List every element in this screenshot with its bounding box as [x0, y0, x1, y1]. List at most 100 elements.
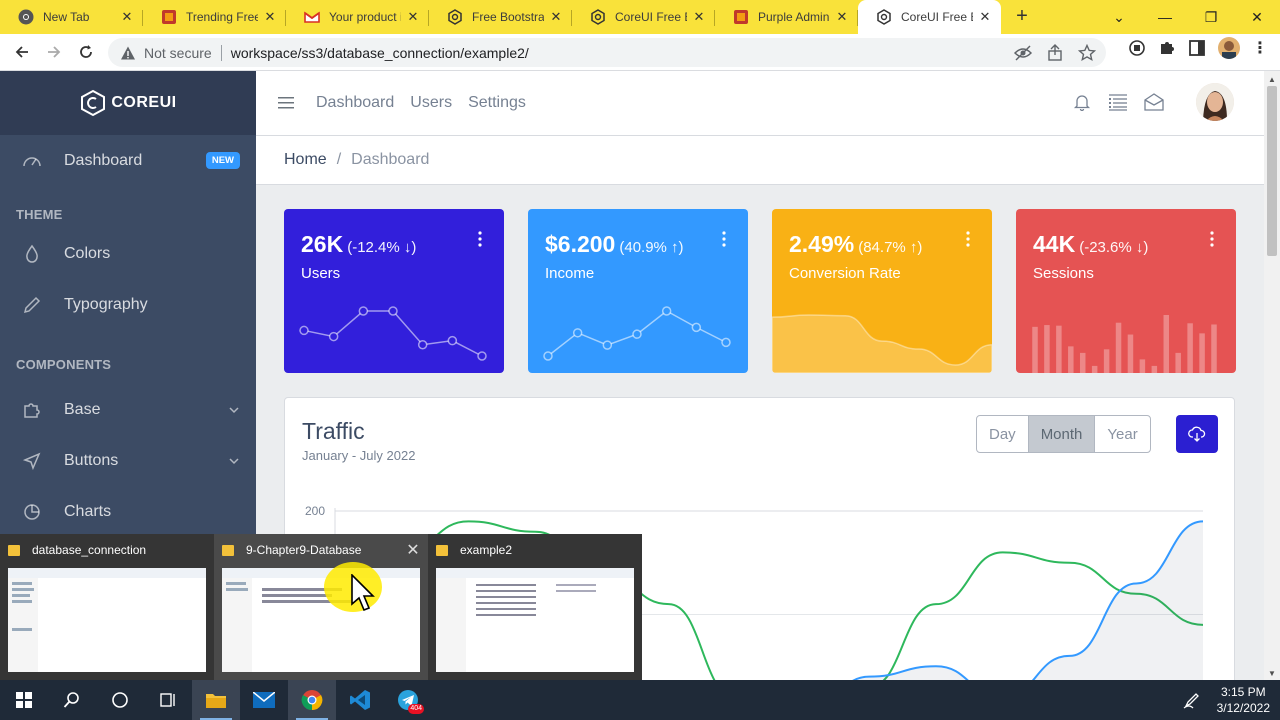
preview-window[interactable]: 9-Chapter9-Database ✕ — [214, 534, 428, 680]
more-vertical-icon[interactable] — [722, 231, 726, 247]
close-icon[interactable]: ✕ — [979, 10, 991, 23]
vscode-button[interactable] — [336, 680, 384, 720]
brand-logo[interactable]: COREUI — [0, 71, 256, 135]
breadcrumb-home[interactable]: Home — [284, 151, 327, 169]
task-view-button[interactable] — [144, 680, 192, 720]
page-scrollbar[interactable]: ▲ ▼ — [1264, 71, 1280, 680]
share-icon[interactable] — [1046, 44, 1064, 62]
close-icon[interactable]: ✕ — [693, 10, 705, 23]
preview-title: 9-Chapter9-Database — [246, 543, 362, 557]
cursor-icon — [22, 452, 41, 470]
forward-button[interactable] — [38, 36, 70, 68]
coreui-icon — [591, 9, 605, 25]
widget-bar-chart — [1032, 315, 1217, 373]
browser-tab[interactable]: Free Bootstrap ✕ — [429, 0, 572, 34]
period-month-button[interactable]: Month — [1027, 416, 1095, 452]
pen-workspace-icon[interactable] — [1183, 691, 1201, 709]
reload-button[interactable] — [70, 36, 102, 68]
sparkline-point — [632, 329, 642, 339]
profile-avatar[interactable] — [1218, 37, 1240, 59]
breadcrumb-current: Dashboard — [351, 151, 430, 168]
close-icon[interactable]: ✕ — [836, 10, 848, 23]
header-nav-dashboard[interactable]: Dashboard — [316, 94, 394, 112]
bar — [1151, 365, 1158, 373]
colorlib-icon — [162, 10, 176, 24]
new-tab-button[interactable]: + — [1009, 4, 1035, 30]
brand-text: COREUI — [111, 94, 177, 111]
more-vertical-icon[interactable] — [478, 231, 482, 247]
coreui-logo-icon — [81, 89, 106, 117]
omnibox[interactable]: Not secure workspace/ss3/database_connec… — [108, 38, 1106, 67]
bar — [1139, 359, 1146, 373]
browser-tab[interactable]: Trending Free ✕ — [143, 0, 286, 34]
preview-window[interactable]: example2 — [428, 534, 642, 680]
avatar[interactable] — [1196, 83, 1234, 121]
folder-icon — [206, 694, 226, 708]
close-window-button[interactable]: ✕ — [1234, 9, 1280, 26]
widget-card-income: $6.200 (40.9% ↑) Income — [528, 209, 748, 373]
side-panel-icon[interactable] — [1188, 39, 1206, 57]
cortana-icon — [112, 692, 128, 708]
back-button[interactable] — [6, 36, 38, 68]
tab-search-icon[interactable]: ⌄ — [1096, 9, 1142, 26]
start-button[interactable] — [0, 680, 48, 720]
url-text[interactable]: workspace/ss3/database_connection/exampl… — [231, 45, 529, 61]
bell-icon[interactable] — [1064, 93, 1100, 111]
hamburger-icon[interactable] — [278, 96, 294, 110]
browser-tab[interactable]: Your product is ✕ — [286, 0, 429, 34]
browser-tab[interactable]: Purple Admin ✕ — [715, 0, 858, 34]
restore-button[interactable]: ❐ — [1188, 9, 1234, 26]
eye-off-icon[interactable] — [1014, 44, 1032, 62]
vscode-icon — [350, 690, 370, 710]
more-vertical-icon[interactable] — [1210, 231, 1214, 247]
browser-tab[interactable]: New Tab ✕ — [0, 0, 143, 34]
minimize-button[interactable]: — — [1142, 9, 1188, 25]
y-tick-label: 200 — [305, 504, 325, 518]
widget-sparkline — [543, 306, 731, 361]
sidebar-item-base[interactable]: Base — [0, 384, 256, 435]
bar — [1187, 323, 1193, 373]
period-year-button[interactable]: Year — [1094, 416, 1149, 452]
download-button[interactable] — [1176, 415, 1218, 453]
file-explorer-button[interactable] — [192, 680, 240, 720]
period-day-button[interactable]: Day — [977, 416, 1028, 452]
traffic-title: Traffic — [302, 418, 365, 444]
browser-tab[interactable]: CoreUI Free Bo ✕ — [572, 0, 715, 34]
envelope-open-icon[interactable] — [1136, 93, 1172, 111]
header-nav-users[interactable]: Users — [410, 94, 452, 112]
area-series — [772, 314, 992, 373]
bar — [1044, 325, 1050, 373]
close-icon[interactable]: ✕ — [407, 10, 419, 23]
preview-window[interactable]: database_connection — [0, 534, 214, 680]
bookmark-star-icon[interactable] — [1078, 44, 1096, 62]
extension-icon[interactable] — [1128, 39, 1146, 57]
more-vertical-icon[interactable] — [966, 231, 970, 247]
clock[interactable]: 3:15 PM 3/12/2022 — [1217, 684, 1270, 716]
menu-dots-icon[interactable]: ⋮ — [1252, 38, 1268, 58]
close-icon[interactable]: ✕ — [406, 540, 420, 560]
header-nav-settings[interactable]: Settings — [468, 94, 526, 112]
sidebar-item-charts[interactable]: Charts — [0, 486, 256, 537]
widget-label: Income — [545, 265, 595, 282]
close-icon[interactable]: ✕ — [264, 10, 276, 23]
close-icon[interactable]: ✕ — [550, 10, 562, 23]
widget-change: (40.9% ↑) — [619, 239, 684, 256]
close-icon[interactable]: ✕ — [121, 10, 133, 23]
search-button[interactable] — [48, 680, 96, 720]
chrome-button[interactable] — [288, 680, 336, 720]
sidebar-item-buttons[interactable]: Buttons — [0, 435, 256, 486]
sidebar-item-typography[interactable]: Typography — [0, 279, 256, 330]
mail-button[interactable] — [240, 680, 288, 720]
widget-label: Users — [301, 265, 341, 282]
puzzle-icon[interactable] — [1158, 39, 1176, 57]
cortana-button[interactable] — [96, 680, 144, 720]
task-view-icon — [160, 693, 175, 707]
bar — [1091, 365, 1098, 373]
list-icon[interactable] — [1100, 93, 1136, 111]
sidebar-item-colors[interactable]: Colors — [0, 228, 256, 279]
preview-title: example2 — [460, 543, 513, 557]
system-tray: 3:15 PM 3/12/2022 — [1183, 680, 1270, 720]
telegram-button[interactable]: 404 — [384, 680, 432, 720]
browser-tab-active[interactable]: CoreUI Free Bo ✕ — [858, 0, 1001, 34]
sidebar-item-dashboard[interactable]: Dashboard NEW — [0, 135, 256, 186]
